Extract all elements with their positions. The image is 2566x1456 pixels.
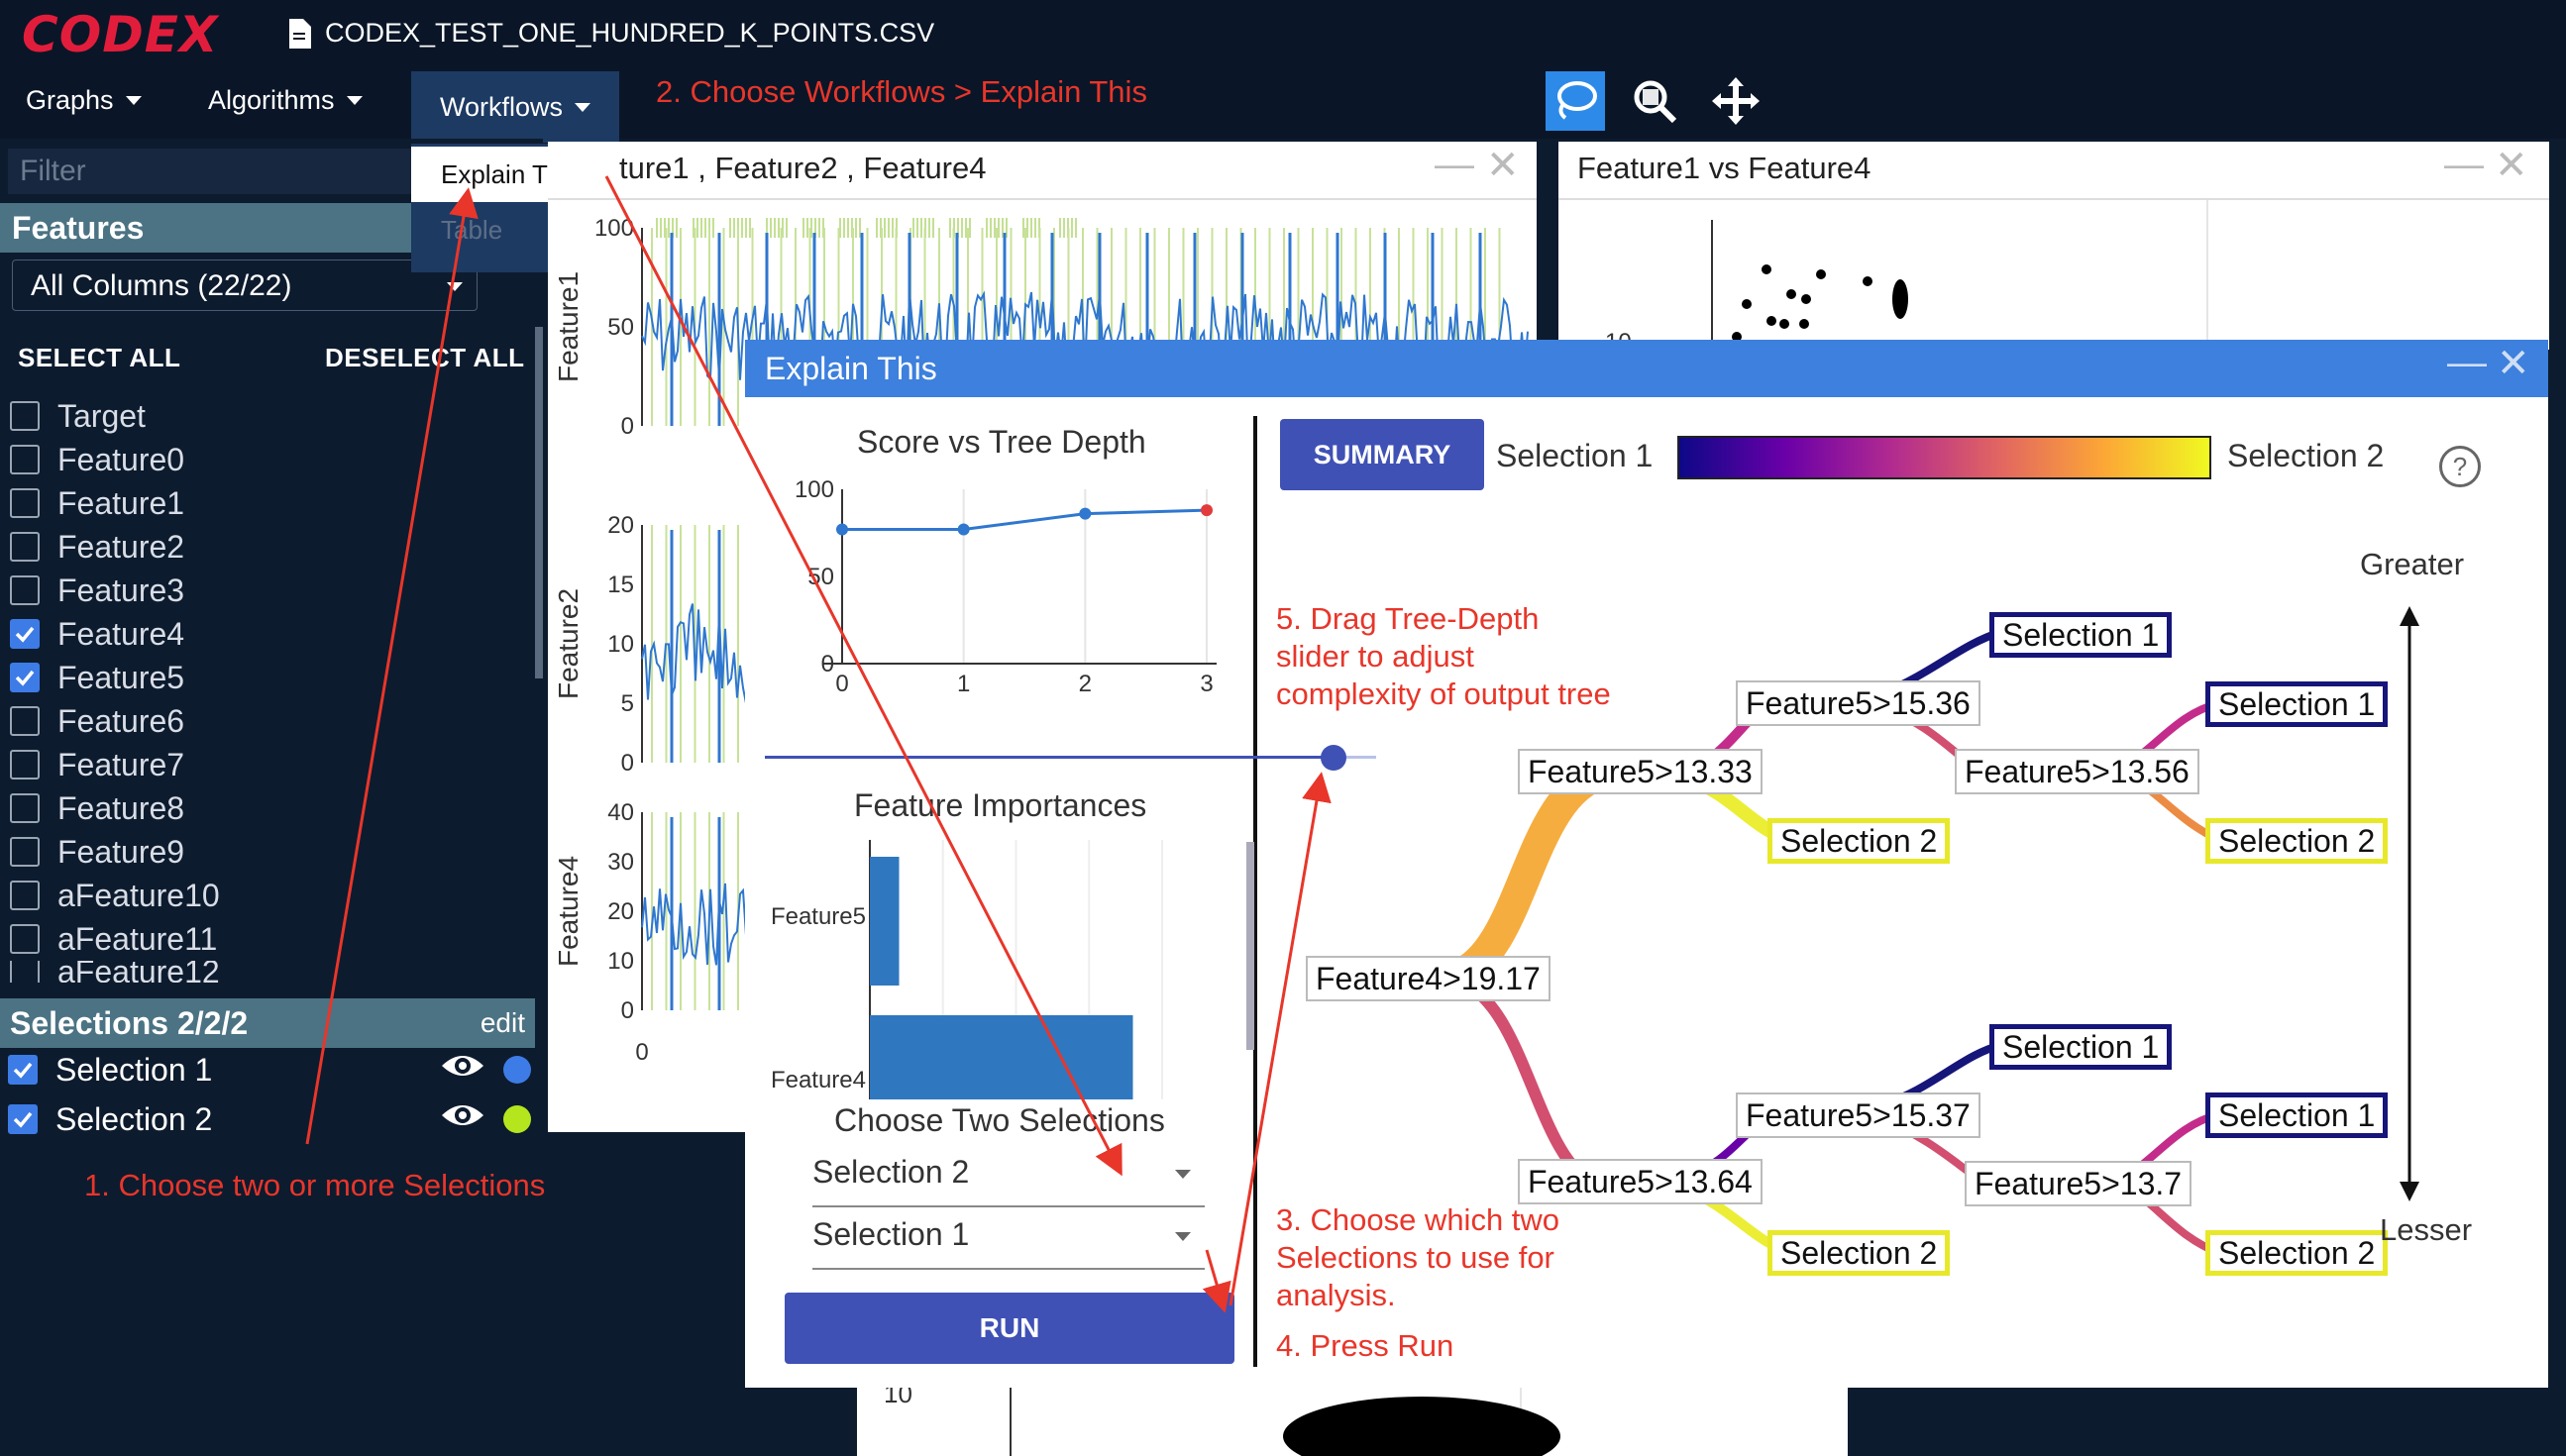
- leaf-selection-1: Selection 1: [1989, 612, 2173, 658]
- tree-node-lower: Feature5>13.64: [1518, 1159, 1763, 1204]
- annotation-step-4: 4. Press Run: [1276, 1328, 1454, 1363]
- annotation-step-5: 5. Drag Tree-Depth slider to adjust comp…: [1276, 601, 1611, 711]
- annotation-step-1: 1. Choose two or more Selections: [84, 1168, 546, 1202]
- tree-node-root: Feature4>19.17: [1306, 956, 1550, 1001]
- leaf-selection-1: Selection 1: [1989, 1024, 2173, 1070]
- leaf-selection-1: Selection 1: [2205, 681, 2389, 727]
- leaf-selection-2: Selection 2: [1767, 1230, 1951, 1276]
- tree-node-lower-1: Feature5>15.37: [1736, 1092, 1980, 1138]
- lesser-label: Lesser: [2380, 1212, 2473, 1247]
- tree-node-lower-2: Feature5>13.7: [1965, 1161, 2192, 1206]
- annotation-step-3: 3. Choose which two Selections to use fo…: [1276, 1202, 1560, 1312]
- leaf-selection-2: Selection 2: [1767, 818, 1951, 864]
- tree-node-upper-2: Feature5>13.56: [1955, 749, 2199, 794]
- leaf-selection-1: Selection 1: [2205, 1092, 2389, 1138]
- tree-node-upper-1: Feature5>15.36: [1736, 680, 1980, 726]
- tree-node-upper: Feature5>13.33: [1518, 749, 1763, 794]
- greater-label: Greater: [2360, 547, 2465, 581]
- leaf-selection-2: Selection 2: [2205, 818, 2389, 864]
- leaf-selection-2: Selection 2: [2205, 1230, 2389, 1276]
- annotation-step-2: 2. Choose Workflows > Explain This: [656, 74, 1147, 109]
